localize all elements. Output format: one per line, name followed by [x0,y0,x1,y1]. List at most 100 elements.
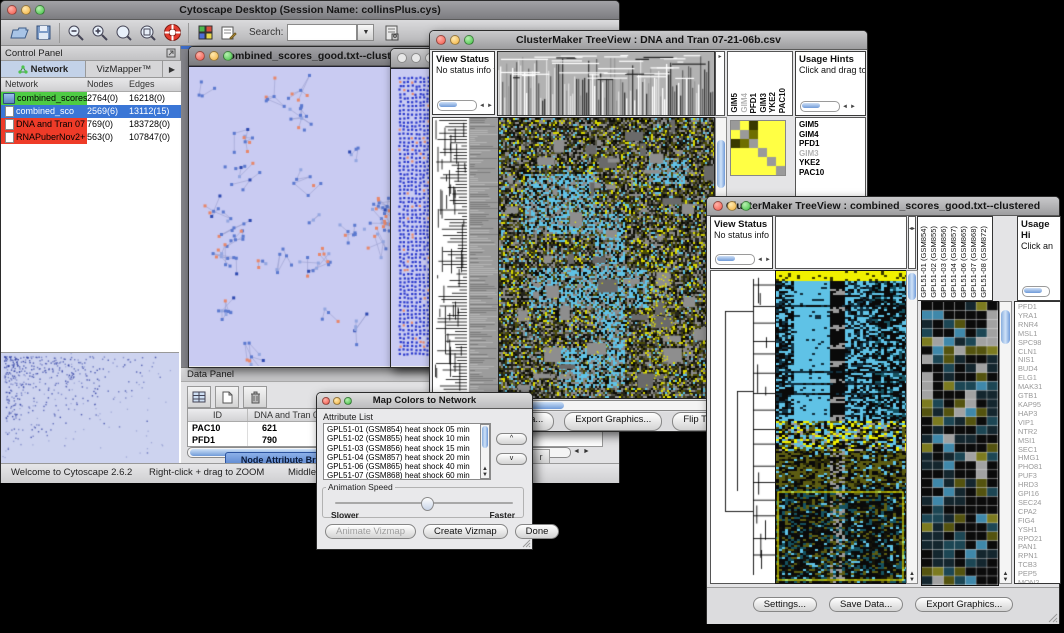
column-label[interactable]: GPL51-06 (GSM865) [960,226,969,298]
attribute-list-scrollbar[interactable]: ▲▼ [480,424,490,479]
tv2-global-heatmap[interactable] [775,270,907,584]
annotation-button[interactable] [217,22,241,44]
close-button[interactable] [397,53,407,63]
column-label[interactable]: PFD1 [750,93,759,113]
usage-hints-scrollbar[interactable] [1022,286,1050,297]
attribute-list-item[interactable]: GPL51-03 (GSM856) heat shock 15 min [327,444,478,453]
gene-label[interactable]: GIM3 [799,149,865,159]
scroll-right-arrow[interactable]: ► [765,257,771,263]
attribute-select-button[interactable] [187,386,211,408]
zoom-out-button[interactable] [64,22,88,44]
scroll-down-arrow[interactable]: ▼ [482,472,488,478]
column-label[interactable]: YKE2 [769,92,778,113]
zoom-button[interactable] [344,397,352,405]
move-down-button[interactable]: v [496,453,527,465]
attribute-list-item[interactable]: GPL51-06 (GSM865) heat shock 40 min [327,462,478,471]
open-file-button[interactable] [7,22,31,44]
column-label[interactable]: GPL51-04 (GSM857) [950,226,959,298]
tv1-heatmap[interactable] [498,117,715,399]
network-row[interactable]: combined_scores 2764(0) 16218(0) [1,92,181,105]
zoom-button[interactable] [464,35,474,45]
column-label[interactable]: GPL51-08 (GSM872) [980,226,989,298]
tab-vizmapper[interactable]: VizMapper™ [86,61,163,77]
minimize-button[interactable] [209,51,219,61]
resize-grip[interactable] [1047,612,1058,623]
treeview1-titlebar[interactable]: ClusterMaker TreeView : DNA and Tran 07-… [430,31,867,50]
treeview-button[interactable]: Export Graphics... [564,412,662,431]
tiny-scroll-arrow[interactable]: ◂▸ [909,226,915,232]
gene-label[interactable]: YKE2 [799,158,865,168]
attribute-list-item[interactable]: GPL51-04 (GSM857) heat shock 20 min [327,453,478,462]
view-status-scrollbar[interactable] [437,100,477,111]
slider-thumb[interactable] [421,497,434,511]
zoom-button[interactable] [35,5,45,15]
close-button[interactable] [7,5,17,15]
minimize-button[interactable] [21,5,31,15]
birdseye-view[interactable] [1,352,179,463]
zoom-selected-button[interactable] [136,22,160,44]
column-label[interactable]: PAC10 [779,88,788,113]
scroll-right-arrow[interactable]: ► [487,103,493,109]
usage-hints-scrollbar[interactable] [800,101,840,112]
tv1-correlation-matrix[interactable] [730,120,786,176]
scroll-right-arrow[interactable]: ► [583,448,590,455]
tv2-zoom-vscrollbar[interactable]: ▲▼ [999,301,1012,584]
dialog-titlebar[interactable]: Map Colors to Network [317,393,532,409]
help-button[interactable] [160,22,184,44]
minimize-button[interactable] [450,35,460,45]
zoom-button[interactable] [223,51,233,61]
tiny-scroll-arrow[interactable]: ▸ [716,54,724,60]
save-button[interactable] [31,22,55,44]
scroll-right-arrow[interactable]: ► [850,104,856,110]
search-dropdown-button[interactable]: ▼ [357,24,374,41]
close-button[interactable] [713,201,723,211]
gene-list-item[interactable]: MON2 [1018,579,1060,584]
attribute-list-item[interactable]: GPL51-02 (GSM855) heat shock 10 min [327,434,478,443]
column-label[interactable]: GPL51-01 (GSM854) [920,226,929,298]
gene-label[interactable]: PFD1 [799,139,865,149]
column-label[interactable]: GIM4 [741,93,750,113]
column-label[interactable]: GPL51-02 (GSM855) [930,226,939,298]
minimize-button[interactable] [727,201,737,211]
tv1-column-dendrogram[interactable] [497,51,715,116]
scroll-down-arrow[interactable]: ▼ [909,577,915,583]
zoom-button[interactable] [741,201,751,211]
attribute-browser-button[interactable] [380,22,404,44]
move-up-button[interactable]: ^ [496,433,527,445]
tv2-row-dendrogram[interactable] [710,270,776,584]
zoom-in-button[interactable] [88,22,112,44]
view-status-scrollbar[interactable] [715,254,755,265]
treeview-button[interactable]: Save Data... [829,597,903,612]
tv2-global-vscrollbar[interactable]: ▲▼ [906,270,918,584]
close-button[interactable] [195,51,205,61]
main-titlebar[interactable]: Cytoscape Desktop (Session Name: collins… [1,1,619,20]
float-panel-icon[interactable] [166,48,176,58]
network-row[interactable]: combined_sco 2569(6) 13112(15) [1,105,181,118]
treeview-button[interactable]: Settings... [753,597,817,612]
search-input[interactable] [287,24,357,41]
column-label[interactable]: GIM5 [731,93,740,113]
treeview2-titlebar[interactable]: ClusterMaker TreeView : combined_scores_… [707,197,1059,216]
id-column-header[interactable]: ID [188,409,248,421]
gene-label[interactable]: GIM5 [799,120,865,130]
scroll-left-arrow[interactable]: ◄ [479,103,485,109]
minimize-button[interactable] [411,53,421,63]
animation-speed-slider[interactable] [335,502,513,504]
network-row[interactable]: DNA and Tran 07 769(0) 183728(0) [1,118,181,131]
minimize-button[interactable] [333,397,341,405]
scroll-left-arrow[interactable]: ◄ [842,104,848,110]
treeview-button[interactable]: Export Graphics... [915,597,1013,612]
dialog-button[interactable]: Done [515,524,560,539]
network-row[interactable]: RNAPuberNov2+ 563(0) 107847(0) [1,131,181,144]
resize-grip[interactable] [521,538,531,548]
new-attribute-button[interactable] [215,386,239,408]
close-button[interactable] [322,397,330,405]
tab-overflow-button[interactable]: ▶ [163,61,181,77]
scroll-down-arrow[interactable]: ▼ [1003,577,1009,583]
tab-network[interactable]: Network [1,61,86,77]
dialog-button[interactable]: Animate Vizmap [325,524,416,539]
gene-label[interactable]: GIM4 [799,130,865,140]
scroll-left-arrow[interactable]: ◄ [757,257,763,263]
tv1-row-dendrogram[interactable] [432,117,500,399]
tv2-zoom-heatmap[interactable] [921,301,999,586]
